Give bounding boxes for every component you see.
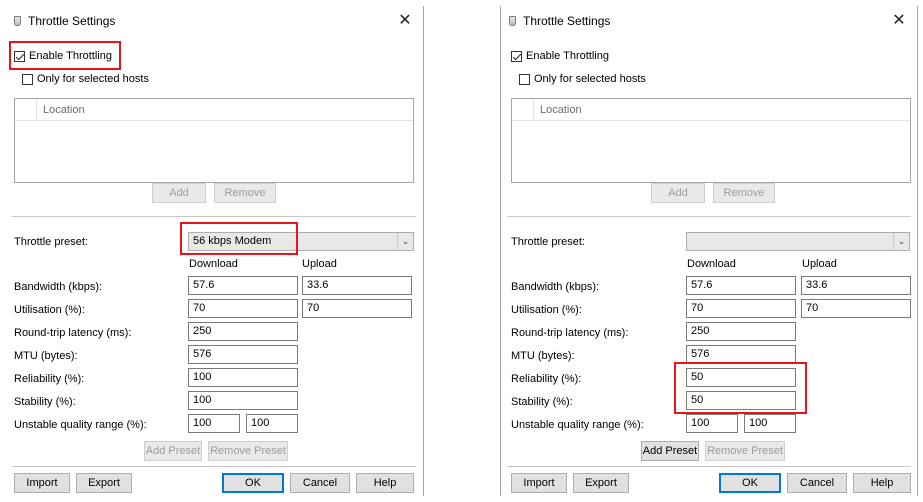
remove-preset-button[interactable]: Remove Preset	[208, 441, 288, 461]
title-bar: Throttle Settings ✕	[6, 6, 423, 36]
add-button[interactable]: Add	[152, 183, 206, 203]
throttle-preset-label: Throttle preset:	[511, 236, 585, 248]
enable-throttling-checkbox[interactable]: Enable Throttling	[511, 50, 609, 62]
unstable-range-label: Unstable quality range (%):	[14, 419, 147, 431]
column-separator	[533, 99, 534, 121]
unstable-min-input[interactable]: 100	[686, 414, 738, 433]
utilisation-download-input[interactable]: 70	[188, 299, 298, 318]
throttle-settings-dialog-right: Throttle Settings ✕ Enable Throttling On…	[500, 6, 918, 496]
title-bar: Throttle Settings ✕	[501, 6, 917, 36]
throttle-preset-label: Throttle preset:	[14, 236, 88, 248]
bandwidth-upload-input[interactable]: 33.6	[302, 276, 412, 295]
bandwidth-download-input[interactable]: 57.6	[188, 276, 298, 295]
unstable-max-input[interactable]: 100	[246, 414, 298, 433]
stability-input[interactable]: 100	[188, 391, 298, 410]
app-icon	[509, 16, 516, 26]
bandwidth-label: Bandwidth (kbps):	[14, 281, 103, 293]
divider	[12, 216, 416, 217]
highlight-enable-throttling	[9, 41, 121, 70]
export-button[interactable]: Export	[76, 473, 132, 493]
column-separator	[36, 99, 37, 121]
unstable-min-input[interactable]: 100	[188, 414, 240, 433]
unstable-max-input[interactable]: 100	[744, 414, 796, 433]
dialog-title: Throttle Settings	[523, 14, 611, 28]
divider	[507, 216, 911, 217]
latency-input[interactable]: 250	[188, 322, 298, 341]
latency-label: Round-trip latency (ms):	[511, 327, 629, 339]
dialog-title: Throttle Settings	[28, 14, 116, 28]
only-selected-hosts-label: Only for selected hosts	[37, 73, 149, 85]
divider	[507, 466, 911, 467]
bandwidth-upload-input[interactable]: 33.6	[801, 276, 911, 295]
add-preset-button[interactable]: Add Preset	[641, 441, 699, 461]
mtu-label: MTU (bytes):	[511, 350, 575, 362]
checkbox-icon[interactable]	[519, 73, 530, 85]
throttle-preset-select[interactable]: ⌄	[686, 232, 910, 251]
screenshot-stage: Throttle Settings ✕ Enable Throttling On…	[0, 0, 923, 502]
highlight-reliability-stability	[674, 362, 807, 414]
hosts-list[interactable]: Location	[511, 98, 911, 183]
help-button[interactable]: Help	[853, 473, 911, 493]
chevron-down-icon[interactable]: ⌄	[893, 233, 909, 250]
utilisation-label: Utilisation (%):	[511, 304, 582, 316]
location-column-header[interactable]: Location	[43, 104, 85, 116]
ok-button[interactable]: OK	[222, 473, 284, 493]
mtu-input[interactable]: 576	[188, 345, 298, 364]
import-button[interactable]: Import	[14, 473, 70, 493]
highlight-throttle-preset	[180, 222, 298, 255]
close-icon[interactable]: ✕	[889, 11, 909, 31]
stability-label: Stability (%):	[511, 396, 573, 408]
stability-label: Stability (%):	[14, 396, 76, 408]
reliability-input[interactable]: 100	[188, 368, 298, 387]
latency-label: Round-trip latency (ms):	[14, 327, 132, 339]
only-selected-hosts-checkbox[interactable]: Only for selected hosts	[22, 73, 149, 85]
download-header: Download	[687, 258, 736, 270]
remove-button[interactable]: Remove	[214, 183, 276, 203]
location-column-header[interactable]: Location	[540, 104, 582, 116]
bandwidth-label: Bandwidth (kbps):	[511, 281, 600, 293]
utilisation-label: Utilisation (%):	[14, 304, 85, 316]
app-icon	[14, 16, 21, 26]
upload-header: Upload	[802, 258, 837, 270]
latency-input[interactable]: 250	[686, 322, 796, 341]
checkbox-icon[interactable]	[511, 50, 522, 62]
unstable-range-label: Unstable quality range (%):	[511, 419, 644, 431]
enable-throttling-label: Enable Throttling	[526, 50, 609, 62]
chevron-down-icon[interactable]: ⌄	[397, 233, 413, 250]
cancel-button[interactable]: Cancel	[290, 473, 350, 493]
remove-preset-button[interactable]: Remove Preset	[705, 441, 785, 461]
mtu-label: MTU (bytes):	[14, 350, 78, 362]
add-preset-button[interactable]: Add Preset	[144, 441, 202, 461]
list-header: Location	[15, 99, 413, 121]
add-button[interactable]: Add	[651, 183, 705, 203]
only-selected-hosts-checkbox[interactable]: Only for selected hosts	[519, 73, 646, 85]
list-header: Location	[512, 99, 910, 121]
close-icon[interactable]: ✕	[395, 11, 415, 31]
utilisation-upload-input[interactable]: 70	[302, 299, 412, 318]
throttle-settings-dialog-left: Throttle Settings ✕ Enable Throttling On…	[6, 6, 424, 496]
export-button[interactable]: Export	[573, 473, 629, 493]
remove-button[interactable]: Remove	[713, 183, 775, 203]
ok-button[interactable]: OK	[719, 473, 781, 493]
divider	[12, 466, 416, 467]
cancel-button[interactable]: Cancel	[787, 473, 847, 493]
hosts-list[interactable]: Location	[14, 98, 414, 183]
import-button[interactable]: Import	[511, 473, 567, 493]
utilisation-upload-input[interactable]: 70	[801, 299, 911, 318]
download-header: Download	[189, 258, 238, 270]
checkbox-icon[interactable]	[22, 73, 33, 85]
help-button[interactable]: Help	[356, 473, 414, 493]
bandwidth-download-input[interactable]: 57.6	[686, 276, 796, 295]
utilisation-download-input[interactable]: 70	[686, 299, 796, 318]
upload-header: Upload	[302, 258, 337, 270]
reliability-label: Reliability (%):	[511, 373, 582, 385]
reliability-label: Reliability (%):	[14, 373, 85, 385]
only-selected-hosts-label: Only for selected hosts	[534, 73, 646, 85]
